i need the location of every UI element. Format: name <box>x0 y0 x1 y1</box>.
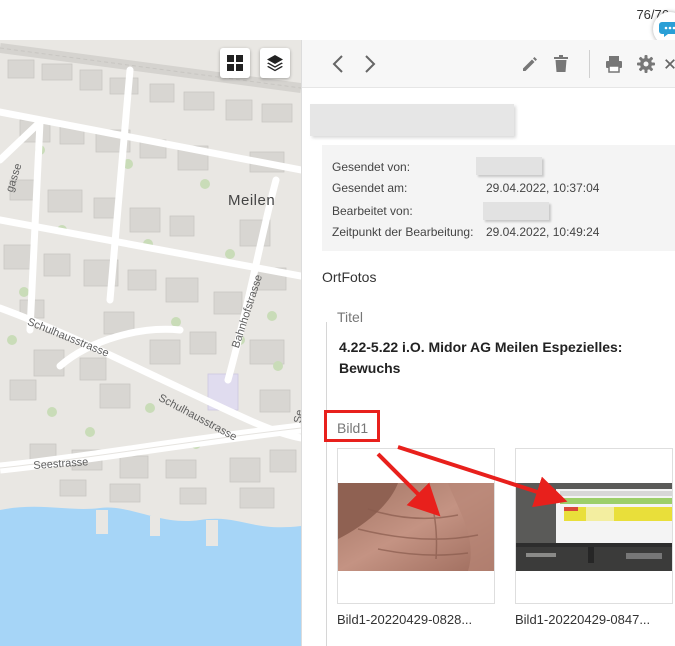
trash-icon <box>554 55 568 72</box>
image-caption-2[interactable]: Bild1-20220429-0847... <box>515 612 673 627</box>
chat-bubble-icon <box>659 22 675 37</box>
close-icon <box>665 59 675 69</box>
meta-value-gesendet-am: 29.04.2022, 10:37:04 <box>486 181 600 195</box>
photo-monitor <box>516 483 672 571</box>
chevron-left-icon <box>332 55 343 73</box>
meta-label-bearbeitet-von: Bearbeitet von: <box>332 204 413 218</box>
settings-button[interactable] <box>634 52 658 76</box>
next-button[interactable] <box>358 52 382 76</box>
basemap-gallery-button[interactable] <box>220 48 250 78</box>
edit-button[interactable] <box>518 52 542 76</box>
record-metadata: Gesendet von: Gesendet am: 29.04.2022, 1… <box>322 145 675 251</box>
map-label-meilen: Meilen <box>228 192 276 209</box>
meta-label-zeitpunkt: Zeitpunkt der Bearbeitung: <box>332 225 474 239</box>
top-bar: 76/76 <box>0 0 675 46</box>
map-canvas <box>0 40 301 646</box>
map-label-edge: Se <box>292 408 301 425</box>
meta-label-gesendet-am: Gesendet am: <box>332 181 408 195</box>
redacted-title <box>310 104 514 136</box>
field-value-titel: 4.22-5.22 i.O. Midor AG Meilen Espeziell… <box>339 339 623 376</box>
printer-icon <box>606 56 622 73</box>
panel-toolbar <box>302 40 675 88</box>
field-label-titel: Titel <box>337 309 363 325</box>
print-button[interactable] <box>602 52 626 76</box>
annotation-highlight-box <box>324 410 380 442</box>
gear-icon <box>637 55 655 73</box>
map-view[interactable]: Meilen gasse Schulhausstrasse Schulhauss… <box>0 40 301 646</box>
meta-value-zeitpunkt: 29.04.2022, 10:49:24 <box>486 225 600 239</box>
previous-button[interactable] <box>326 52 350 76</box>
chevron-right-icon <box>365 55 376 73</box>
delete-button[interactable] <box>549 52 573 76</box>
feature-popup-panel: Gesendet von: Gesendet am: 29.04.2022, 1… <box>301 40 675 646</box>
grid-icon <box>227 55 243 71</box>
image-thumbnail-2[interactable] <box>515 448 673 604</box>
section-rail <box>326 322 327 646</box>
meta-label-gesendet-von: Gesendet von: <box>332 160 411 174</box>
photo-hand <box>338 483 494 571</box>
layer-list-button[interactable] <box>260 48 290 78</box>
layers-icon <box>267 55 283 72</box>
image-caption-1[interactable]: Bild1-20220429-0828... <box>337 612 495 627</box>
redacted-editor <box>483 202 549 220</box>
section-title-ortfotos: OrtFotos <box>322 269 377 285</box>
pencil-icon <box>523 57 537 71</box>
image-thumbnail-1[interactable] <box>337 448 495 604</box>
redacted-sender <box>476 157 542 175</box>
toolbar-separator <box>589 50 590 78</box>
close-button[interactable] <box>664 52 675 76</box>
